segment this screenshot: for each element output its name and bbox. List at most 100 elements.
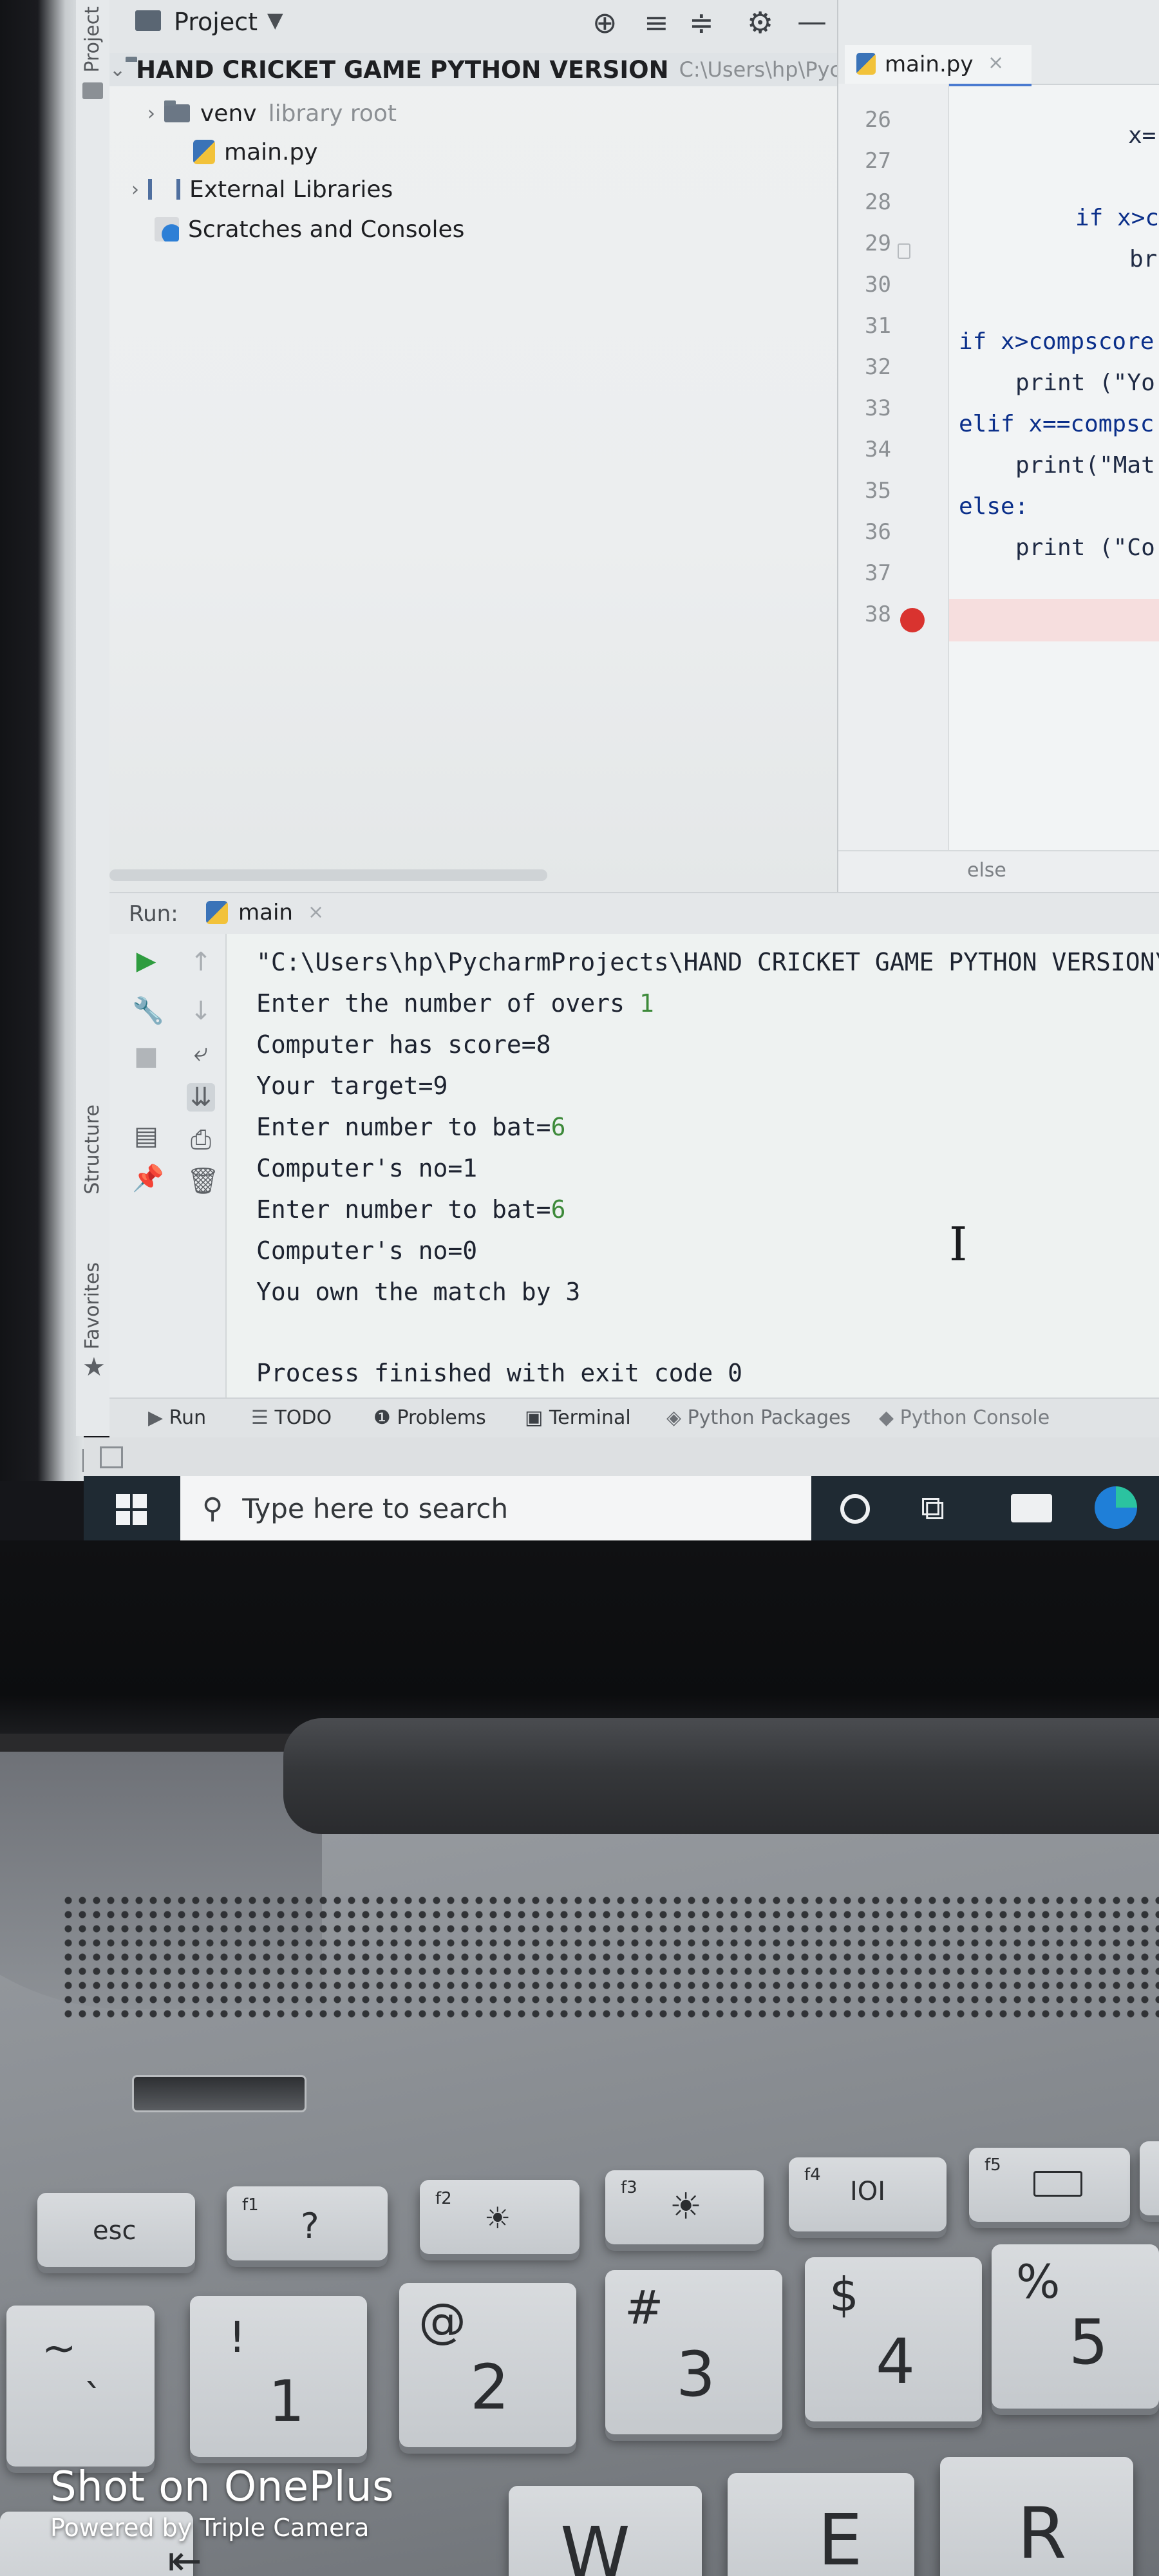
bottom-tab-run[interactable]: ▶ Run [148,1406,206,1429]
key-fn-label: f1 [242,2195,259,2215]
chevron-down-icon[interactable]: ▼ [267,8,283,32]
key-tilde[interactable]: ~ ` [6,2306,155,2467]
external-libraries-label: External Libraries [189,176,393,203]
laptop-hinge [283,1718,1159,1834]
minimize-icon[interactable]: — [797,4,827,39]
star-icon[interactable]: ★ [82,1352,106,1382]
close-icon[interactable]: × [308,901,324,923]
side-tab-favorites[interactable]: Favorites [81,1262,104,1350]
help-icon: ? [301,2206,319,2246]
key-top-label: ! [229,2313,246,2362]
key-5[interactable]: % 5 [992,2244,1159,2409]
breadcrumb[interactable]: else [967,859,1006,882]
code-line-31[interactable]: if x>compscore [959,328,1154,355]
key-fn-label: f4 [804,2165,821,2184]
down-arrow-icon[interactable]: ↓ [187,997,215,1025]
soft-wrap-icon[interactable]: ⤶ [187,1038,215,1066]
code-line-28[interactable]: if x>c [1075,205,1159,231]
run-icon: ▶ [148,1406,169,1429]
key-f2[interactable]: f2 ☀ [420,2180,580,2254]
breakpoint-icon[interactable] [900,608,925,632]
bottom-tab-todo[interactable]: ☰ TODO [251,1406,332,1429]
key-fn-label: f3 [621,2178,637,2197]
key-w[interactable]: W [509,2486,702,2576]
scroll-to-end-icon[interactable]: ⇊ [187,1083,215,1112]
task-view-icon[interactable]: ⧉ [921,1490,957,1526]
key-r[interactable]: R [940,2457,1133,2576]
rerun-icon[interactable]: ▶ [132,947,160,975]
code-line-32[interactable]: print ("Yo [1015,370,1155,396]
side-tab-project[interactable]: Project [81,6,104,73]
camera-watermark: Shot on OnePlus Powered by Triple Camera [50,2463,394,2542]
project-header-label[interactable]: Project [174,8,258,36]
chevron-right-icon[interactable]: › [122,178,148,201]
side-tab-structure[interactable]: Structure [81,1104,104,1195]
expand-all-icon[interactable]: ≡ [644,5,669,40]
key-label: 4 [876,2325,916,2398]
layout-icon[interactable]: ▤ [132,1122,160,1150]
cortana-icon[interactable] [840,1494,870,1524]
win-tile [133,1511,147,1525]
trash-icon[interactable]: 🗑 [187,1167,220,1195]
key-2[interactable]: @ 2 [399,2283,576,2447]
run-tab-main[interactable]: main × [187,893,344,937]
key-f4[interactable]: f4 IOI [789,2157,947,2231]
edge-browser-icon[interactable] [1095,1486,1137,1529]
chevron-right-icon[interactable]: › [138,102,164,125]
horizontal-scrollbar[interactable] [109,869,547,881]
run-tab-label: main [238,900,293,925]
code-line-33[interactable]: elif x==compsc [959,411,1154,437]
python-icon: ◆ [879,1406,900,1429]
key-f1[interactable]: f1 ? [227,2186,388,2260]
watermark-main: Shot on OnePlus [50,2463,394,2511]
bottom-tab-python-console[interactable]: ◆ Python Console [879,1406,1050,1429]
main-file-row[interactable]: main.py [193,135,921,169]
venv-row[interactable]: › venv library root [138,97,866,130]
windows-start-icon[interactable] [116,1494,147,1525]
key-1[interactable]: ! 1 [190,2296,367,2457]
line-number: 37 [865,560,891,586]
key-f6-partial[interactable] [1140,2141,1159,2215]
status-window-icon[interactable] [100,1446,123,1468]
key-top-label: ~ [42,2325,77,2372]
code-line-34[interactable]: print("Mat [1015,452,1155,478]
pin-icon[interactable]: 📌 [132,1164,164,1193]
run-console[interactable]: "C:\Users\hp\PycharmProjects\HAND CRICKE… [227,934,1159,1397]
external-libraries-row[interactable]: › External Libraries [122,173,850,206]
key-f5[interactable]: f5 [969,2148,1130,2222]
chevron-down-icon[interactable]: ⌄ [109,59,126,81]
run-label: Run: [129,901,178,927]
taskbar-search-box[interactable]: ⚲ Type here to search [180,1476,811,1540]
project-root-row[interactable]: ⌄ HAND CRICKET GAME PYTHON VERSION C:\Us… [109,53,895,86]
collapse-all-icon[interactable]: ≑ [689,5,714,40]
close-icon[interactable]: × [988,52,1004,74]
mail-icon[interactable] [1011,1494,1052,1522]
fold-marker-icon[interactable] [898,243,910,259]
gear-icon[interactable]: ⚙ [747,5,773,40]
key-e[interactable]: E [728,2473,914,2576]
key-f3[interactable]: f3 ☀ [605,2170,764,2244]
line-number: 34 [865,437,891,462]
tab-main-py[interactable]: main.py × [845,45,1032,86]
print-icon[interactable]: ⎙ [187,1126,215,1154]
bottom-tab-problems[interactable]: ❶ Problems [373,1406,486,1429]
line-number: 32 [865,354,891,380]
code-line-36[interactable]: print ("Co [1015,535,1155,561]
up-arrow-icon[interactable]: ↑ [187,948,215,976]
stop-icon[interactable]: ■ [132,1042,160,1070]
line-number: 33 [865,395,891,421]
code-line-26[interactable]: x= [1128,122,1156,149]
bottom-tab-python-packages[interactable]: ◈ Python Packages [666,1406,851,1429]
key-esc[interactable]: esc [37,2193,195,2267]
wrench-icon[interactable]: 🔧 [132,997,164,1025]
bottom-tab-terminal[interactable]: ▣ Terminal [525,1406,631,1429]
locate-icon[interactable]: ⊕ [592,5,617,40]
tab-arrow-icon: ⇤ [167,2537,202,2576]
scratches-row[interactable]: Scratches and Consoles [155,213,882,246]
project-side-icon[interactable] [82,82,103,99]
key-4[interactable]: $ 4 [805,2257,982,2421]
console-text: Enter the number of overs [256,989,639,1018]
code-line-29[interactable]: br [1129,246,1157,272]
key-3[interactable]: # 3 [605,2270,782,2434]
code-line-35[interactable]: else: [959,493,1028,520]
